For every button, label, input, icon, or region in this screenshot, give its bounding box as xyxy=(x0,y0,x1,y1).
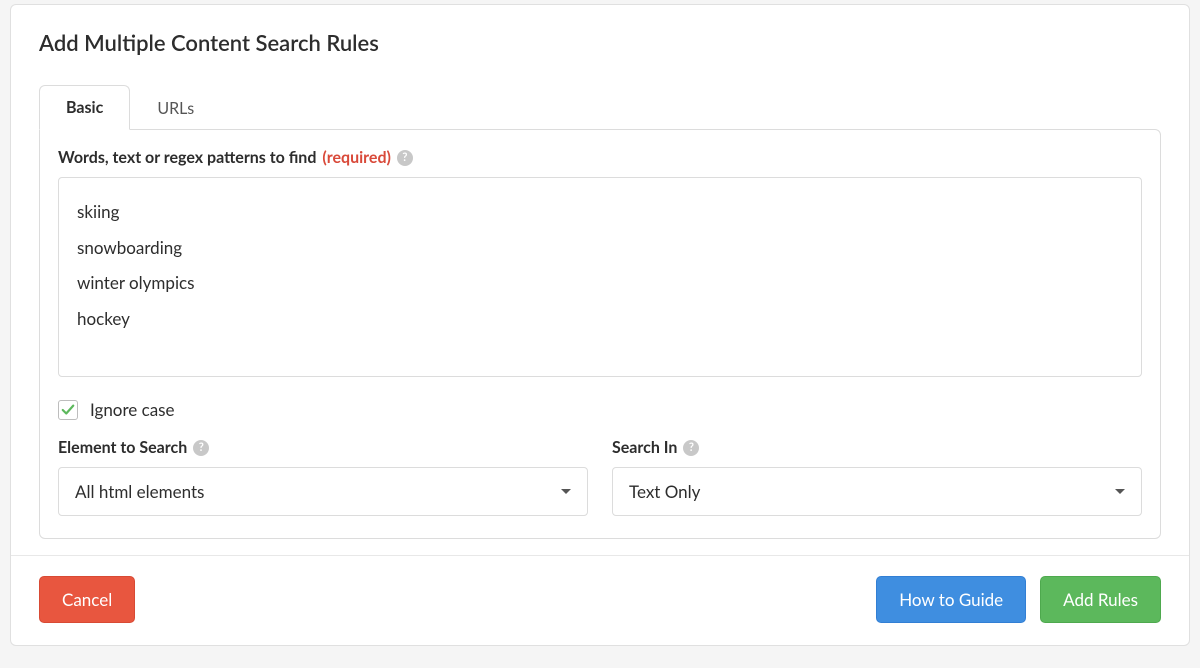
search-in-col: Search In ? Text Only xyxy=(612,438,1142,516)
element-select-value: All html elements xyxy=(75,481,204,502)
search-in-label: Search In ? xyxy=(612,438,1142,457)
footer-right: How to Guide Add Rules xyxy=(876,576,1161,623)
add-rules-modal: Add Multiple Content Search Rules Basic … xyxy=(10,4,1190,646)
modal-header: Add Multiple Content Search Rules xyxy=(11,5,1189,66)
basic-panel: Words, text or regex patterns to find (r… xyxy=(39,129,1161,539)
help-icon[interactable]: ? xyxy=(683,440,699,456)
tab-basic[interactable]: Basic xyxy=(39,85,130,130)
element-label-text: Element to Search xyxy=(58,438,187,457)
modal-footer: Cancel How to Guide Add Rules xyxy=(11,555,1189,645)
search-in-label-text: Search In xyxy=(612,438,677,457)
caret-down-icon xyxy=(561,489,571,494)
ignore-case-checkbox[interactable] xyxy=(58,400,78,420)
element-col: Element to Search ? All html elements xyxy=(58,438,588,516)
caret-down-icon xyxy=(1115,489,1125,494)
help-icon[interactable]: ? xyxy=(397,150,413,166)
select-row: Element to Search ? All html elements Se… xyxy=(58,438,1142,516)
patterns-label: Words, text or regex patterns to find (r… xyxy=(58,148,1142,167)
tab-row: Basic URLs xyxy=(11,66,1189,129)
how-to-guide-button[interactable]: How to Guide xyxy=(876,576,1026,623)
patterns-label-text: Words, text or regex patterns to find xyxy=(58,148,316,167)
modal-title: Add Multiple Content Search Rules xyxy=(39,29,1161,56)
ignore-case-row: Ignore case xyxy=(58,399,1142,420)
patterns-textarea[interactable] xyxy=(58,177,1142,377)
check-icon xyxy=(61,403,75,417)
ignore-case-label: Ignore case xyxy=(90,399,175,420)
element-label: Element to Search ? xyxy=(58,438,588,457)
patterns-required: (required) xyxy=(322,148,391,167)
element-select[interactable]: All html elements xyxy=(58,467,588,516)
help-icon[interactable]: ? xyxy=(193,440,209,456)
tab-urls[interactable]: URLs xyxy=(130,86,221,130)
add-rules-button[interactable]: Add Rules xyxy=(1040,576,1161,623)
search-in-select[interactable]: Text Only xyxy=(612,467,1142,516)
search-in-select-value: Text Only xyxy=(629,481,700,502)
cancel-button[interactable]: Cancel xyxy=(39,576,135,623)
